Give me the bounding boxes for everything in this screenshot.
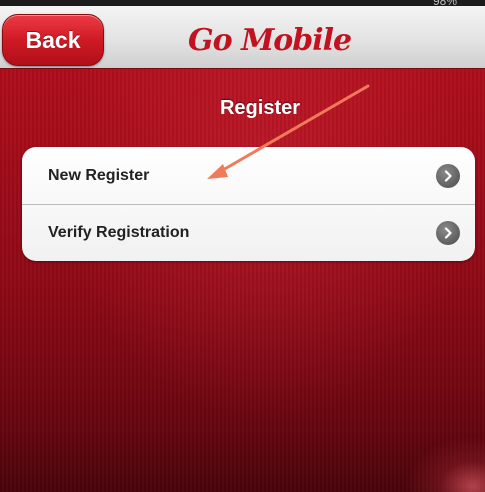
page-title: Register [219,97,301,119]
chevron-right-circle-icon[interactable] [436,163,460,188]
app-logo: Go Mobile [188,22,352,58]
new-register-row[interactable]: New Register [22,147,475,204]
navigation-bar: Back Go Mobile [0,6,485,69]
back-button[interactable]: Back [2,14,104,66]
verify-registration-row[interactable]: Verify Registration [22,204,475,261]
register-options-list: New Register Verify Registration [22,147,475,261]
chevron-right-circle-icon[interactable] [436,221,460,245]
new-register-label: New Register [48,166,150,184]
verify-registration-label: Verify Registration [48,224,190,241]
corner-glare [405,436,485,492]
app-screen: 98% Back Go Mobile Register New Register… [0,0,485,492]
